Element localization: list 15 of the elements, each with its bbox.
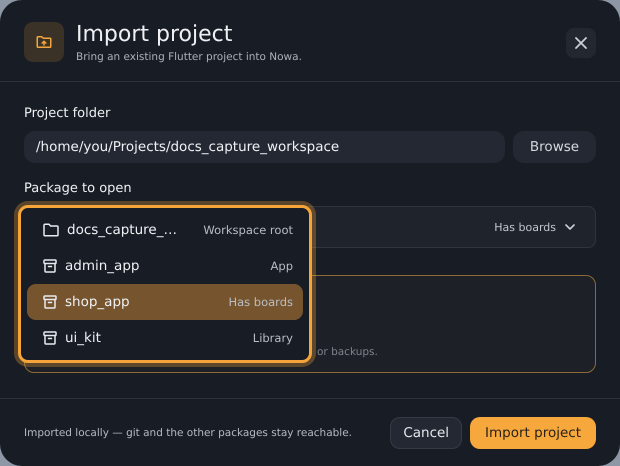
option-tag: Library <box>252 331 293 345</box>
footer-note: Imported locally — git and the other packages stay reachable. <box>24 426 354 438</box>
option-tag: Workspace root <box>203 223 293 237</box>
field-label: Project folder <box>24 106 112 122</box>
option-tag: Has boards <box>228 295 293 309</box>
option-name: admin_app <box>65 258 140 274</box>
field-label: Package to open <box>24 181 133 197</box>
dialog-title: Import project <box>76 22 234 48</box>
card-description: or backups. <box>317 346 378 358</box>
select-value-tag: Has boards <box>494 220 556 234</box>
option-tag: App <box>270 259 293 273</box>
option-name: docs_capture_… <box>67 222 178 238</box>
dialog-subtitle: Bring an existing Flutter project into Nowa. <box>76 51 303 63</box>
option-name: shop_app <box>65 294 131 310</box>
option-name: ui_kit <box>65 330 102 346</box>
